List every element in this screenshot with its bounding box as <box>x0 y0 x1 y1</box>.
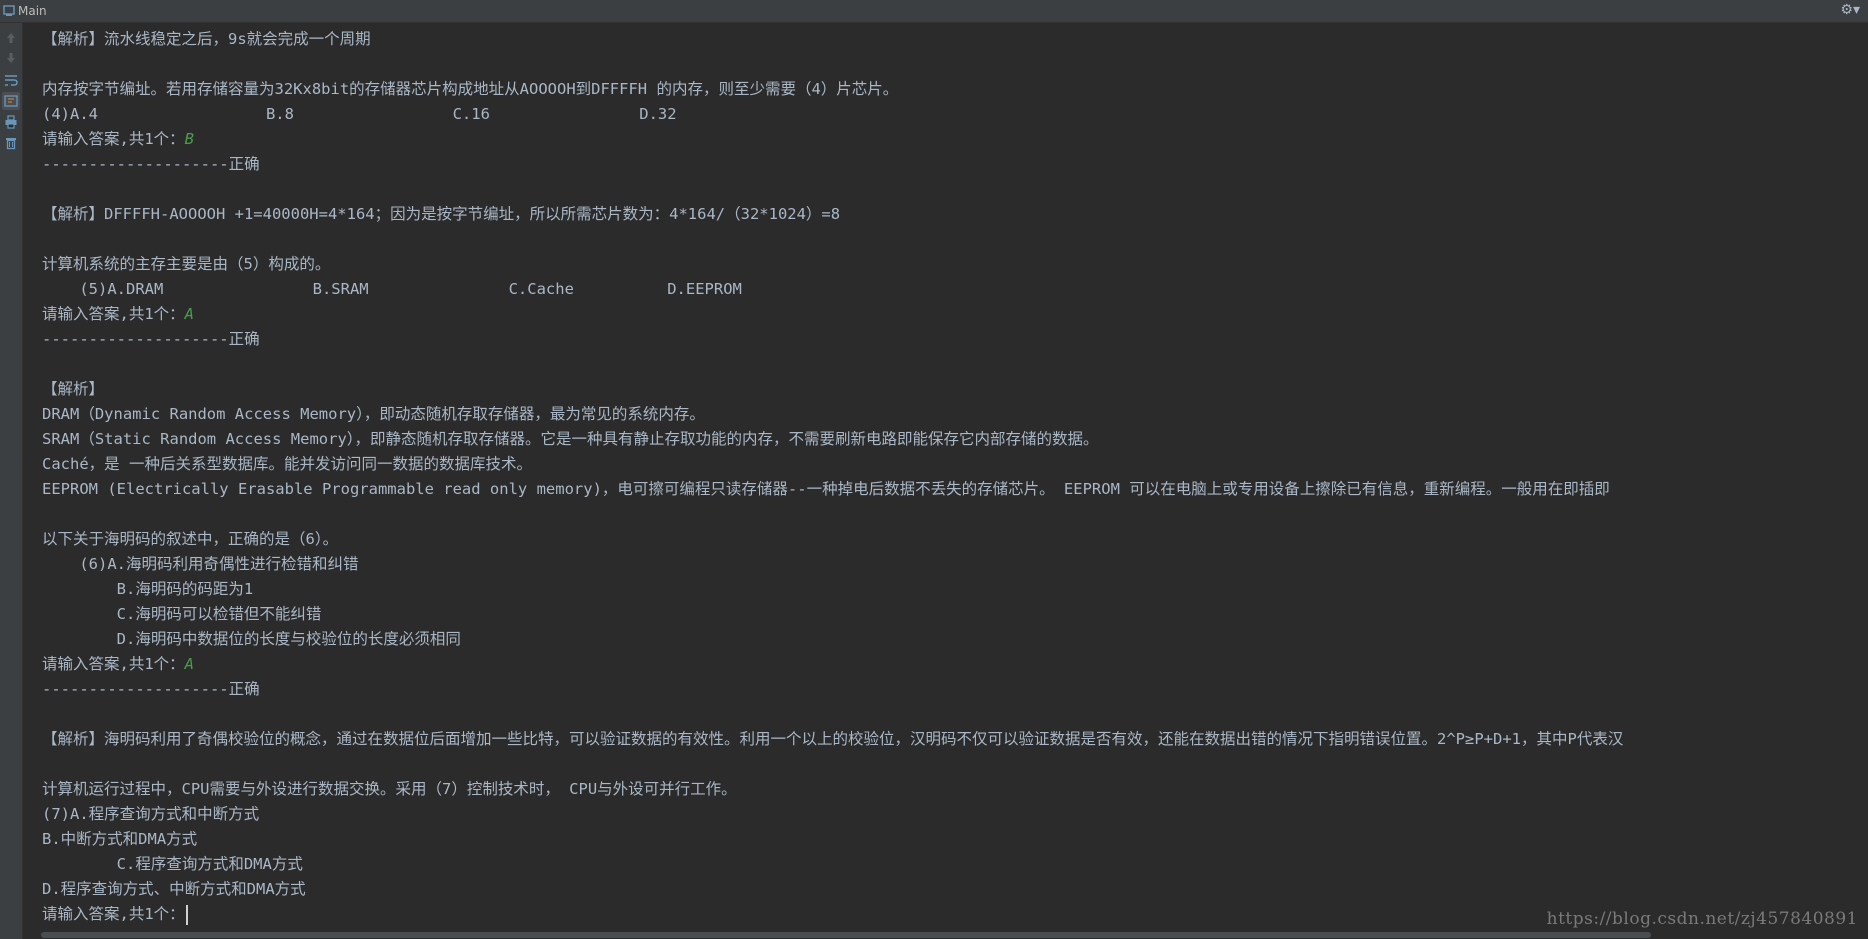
settings-gear-icon[interactable]: ⚙▾ <box>1840 2 1860 18</box>
console-toolbar <box>0 23 23 939</box>
console-line-text: DRAM（Dynamic Random Access Memory），即动态随机… <box>42 405 705 423</box>
console-line: (6)A.海明码利用奇偶性进行检错和纠错 <box>42 552 1623 577</box>
console-line-text: 请输入答案,共1个： <box>42 130 185 148</box>
up-arrow-icon[interactable] <box>2 29 20 47</box>
console-line-text: 【解析】流水线稳定之后，9s就会完成一个周期 <box>42 30 371 48</box>
console-line: 【解析】海明码利用了奇偶校验位的概念，通过在数据位后面增加一些比特，可以验证数据… <box>42 727 1623 752</box>
console-line: (4)A.4 B.8 C.16 D.32 <box>42 102 1623 127</box>
console-line-text: C.海明码可以检错但不能纠错 <box>42 605 322 623</box>
console-line: 请输入答案,共1个：A <box>42 302 1623 327</box>
print-icon[interactable] <box>2 113 20 131</box>
console-line: 计算机运行过程中，CPU需要与外设进行数据交换。采用（7）控制技术时， CPU与… <box>42 777 1623 802</box>
console-line: 计算机系统的主存主要是由（5）构成的。 <box>42 252 1623 277</box>
console-line-text: 【解析】DFFFFH-AOOOOH +1=40000H=4*164；因为是按字节… <box>42 205 841 223</box>
console-line-text: B.海明码的码距为1 <box>42 580 254 598</box>
console-line: (7)A.程序查询方式和中断方式 <box>42 802 1623 827</box>
console-line-text: SRAM（Static Random Access Memory），即静态随机存… <box>42 430 1099 448</box>
run-tool-window-header: Main ⚙▾ <box>0 0 1868 23</box>
console-line: B.海明码的码距为1 <box>42 577 1623 602</box>
console-line-text: --------------------正确 <box>42 680 260 698</box>
horizontal-scrollbar[interactable] <box>23 931 1868 939</box>
console-line: --------------------正确 <box>42 152 1623 177</box>
watermark: https://blog.csdn.net/zj457840891 <box>1546 909 1858 929</box>
console-line-text: 【解析】 <box>42 380 105 398</box>
console-line-text: D.海明码中数据位的长度与校验位的长度必须相同 <box>42 630 461 648</box>
scroll-to-end-icon[interactable] <box>2 92 20 110</box>
scrollbar-thumb[interactable] <box>41 932 1651 938</box>
console-line: EEPROM (Electrically Erasable Programmab… <box>42 477 1623 502</box>
console-line-text: D.程序查询方式、中断方式和DMA方式 <box>42 880 306 898</box>
console-line: (5)A.DRAM B.SRAM C.Cache D.EEPROM <box>42 277 1623 302</box>
console-line: 【解析】 <box>42 377 1623 402</box>
console-line: 【解析】流水线稳定之后，9s就会完成一个周期 <box>42 27 1623 52</box>
console-lines: 【解析】流水线稳定之后，9s就会完成一个周期内存按字节编址。若用存储容量为32K… <box>42 27 1623 927</box>
down-arrow-icon[interactable] <box>2 49 20 67</box>
user-answer-input: A <box>184 655 195 673</box>
console-line: D.程序查询方式、中断方式和DMA方式 <box>42 877 1623 902</box>
console-line-text: B.中断方式和DMA方式 <box>42 830 198 848</box>
console-line: --------------------正确 <box>42 677 1623 702</box>
console-line-text: 请输入答案,共1个： <box>42 305 185 323</box>
console-line-text: 以下关于海明码的叙述中，正确的是（6）。 <box>42 530 339 548</box>
console-line-text: 计算机系统的主存主要是由（5）构成的。 <box>42 255 331 273</box>
console-line-text: (5)A.DRAM B.SRAM C.Cache D.EEPROM <box>42 280 742 298</box>
console-line: 以下关于海明码的叙述中，正确的是（6）。 <box>42 527 1623 552</box>
console-line: DRAM（Dynamic Random Access Memory），即动态随机… <box>42 402 1623 427</box>
console-line: 请输入答案,共1个：B <box>42 127 1623 152</box>
console-line: C.程序查询方式和DMA方式 <box>42 852 1623 877</box>
console-line-text: 内存按字节编址。若用存储容量为32Kx8bit的存储器芯片构成地址从AOOOOH… <box>42 80 899 98</box>
run-tab-title[interactable]: Main <box>18 4 47 18</box>
console-line: --------------------正确 <box>42 327 1623 352</box>
console-line: Caché，是 一种后关系型数据库。能并发访问同一数据的数据库技术。 <box>42 452 1623 477</box>
console-line-text: EEPROM (Electrically Erasable Programmab… <box>42 480 1610 498</box>
console-line: 请输入答案,共1个： <box>42 902 1623 927</box>
input-caret[interactable] <box>185 904 188 925</box>
console-line-text: 请输入答案,共1个： <box>42 905 185 923</box>
console-line: 内存按字节编址。若用存储容量为32Kx8bit的存储器芯片构成地址从AOOOOH… <box>42 77 1623 102</box>
run-tab-icon <box>2 4 16 18</box>
console-line-text: (7)A.程序查询方式和中断方式 <box>42 805 260 823</box>
console-line: 请输入答案,共1个：A <box>42 652 1623 677</box>
console-line-text: --------------------正确 <box>42 155 260 173</box>
console-line: B.中断方式和DMA方式 <box>42 827 1623 852</box>
soft-wrap-icon[interactable] <box>2 71 20 89</box>
console-line-text: (4)A.4 B.8 C.16 D.32 <box>42 105 677 123</box>
console-line: C.海明码可以检错但不能纠错 <box>42 602 1623 627</box>
console-line-text: C.程序查询方式和DMA方式 <box>42 855 303 873</box>
console-line: SRAM（Static Random Access Memory），即静态随机存… <box>42 427 1623 452</box>
console-line-text: 请输入答案,共1个： <box>42 655 185 673</box>
console-line-text: Caché，是 一种后关系型数据库。能并发访问同一数据的数据库技术。 <box>42 455 532 473</box>
console-line: 【解析】DFFFFH-AOOOOH +1=40000H=4*164；因为是按字节… <box>42 202 1623 227</box>
console-output[interactable]: 【解析】流水线稳定之后，9s就会完成一个周期内存按字节编址。若用存储容量为32K… <box>23 23 1868 939</box>
console-line-text: 【解析】海明码利用了奇偶校验位的概念，通过在数据位后面增加一些比特，可以验证数据… <box>42 730 1624 748</box>
user-answer-input: A <box>184 305 195 323</box>
console-line: D.海明码中数据位的长度与校验位的长度必须相同 <box>42 627 1623 652</box>
user-answer-input: B <box>184 130 195 148</box>
console-line-text: 计算机运行过程中，CPU需要与外设进行数据交换。采用（7）控制技术时， CPU与… <box>42 780 737 798</box>
console-line-text: (6)A.海明码利用奇偶性进行检错和纠错 <box>42 555 359 573</box>
console-line-text: --------------------正确 <box>42 330 260 348</box>
trash-icon[interactable] <box>2 134 20 152</box>
